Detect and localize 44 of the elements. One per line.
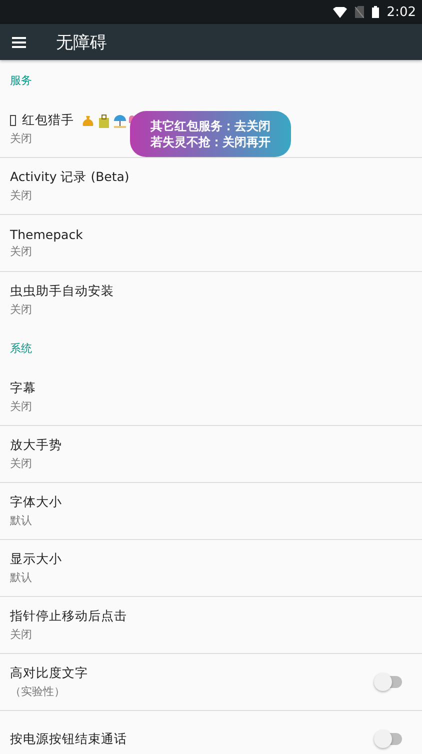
- item-summary: 关闭: [10, 244, 32, 259]
- section-header: 系统: [10, 341, 32, 356]
- item-summary: （实验性）: [10, 684, 65, 699]
- item-title: 红包猎手: [22, 112, 74, 129]
- item-title: 按电源按钮结束通话: [10, 730, 127, 748]
- settings-item[interactable]: 虫虫助手自动安装 关闭: [0, 272, 422, 328]
- settings-item[interactable]: 显示大小 默认: [0, 540, 422, 597]
- item-summary: 关闭: [10, 131, 32, 146]
- toolbar-title: 无障碍: [56, 32, 107, 54]
- item-summary: 关闭: [10, 399, 32, 414]
- item-summary: 关闭: [10, 456, 32, 471]
- settings-item[interactable]: Activity 记录 (Beta) 关闭: [0, 158, 422, 215]
- item-summary: 默认: [10, 570, 32, 585]
- settings-item[interactable]: 放大手势 关闭: [0, 426, 422, 483]
- wifi-icon: [332, 6, 347, 18]
- item-summary: 关闭: [10, 627, 32, 642]
- tip-text: 其它红包服务：去关闭: [150, 118, 270, 134]
- section-header: 服务: [10, 73, 32, 88]
- item-title: 字体大小: [10, 494, 62, 511]
- settings-item[interactable]: 字体大小 默认: [0, 483, 422, 540]
- battery-icon: [372, 6, 379, 18]
- shopping-bag-icon: [97, 114, 111, 128]
- item-title: Activity 记录 (Beta): [10, 169, 130, 186]
- item-summary: 关闭: [10, 188, 32, 203]
- settings-item[interactable]: 高对比度文字 （实验性）: [0, 654, 422, 711]
- no-sim-icon: [354, 6, 364, 18]
- tip-text: 若失灵不抢：关闭再开: [150, 134, 270, 150]
- settings-item[interactable]: Themepack 关闭: [0, 215, 422, 272]
- item-title: Themepack: [10, 227, 83, 242]
- clock-time: 2:02: [386, 4, 416, 20]
- item-title: 放大手势: [10, 437, 62, 454]
- item-summary: 默认: [10, 513, 32, 528]
- settings-item[interactable]: 按电源按钮结束通话: [0, 711, 422, 754]
- beach-umbrella-icon: [113, 114, 127, 128]
- item-title: 指针停止移动后点击: [10, 608, 127, 625]
- settings-item[interactable]: 字幕 关闭: [0, 369, 422, 426]
- item-title: 高对比度文字: [10, 665, 88, 682]
- item-summary: 关闭: [10, 302, 32, 317]
- settings-item[interactable]: 指针停止移动后点击 关闭: [0, 597, 422, 654]
- item-title: 字幕: [10, 380, 36, 397]
- item-title: 虫虫助手自动安装: [10, 283, 114, 300]
- menu-icon[interactable]: [12, 36, 26, 48]
- item-title: 显示大小: [10, 551, 62, 568]
- tofu-icon: [10, 115, 16, 126]
